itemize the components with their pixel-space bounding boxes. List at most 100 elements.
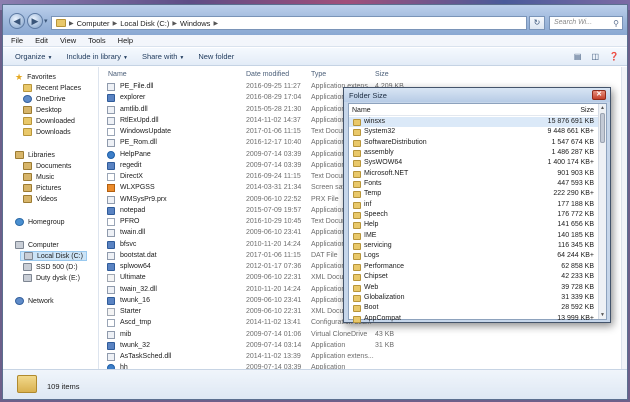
column-header-size[interactable]: Size [375,71,389,78]
breadcrumb-windows[interactable]: Windows [180,19,210,28]
folder-size-title-bar[interactable]: Folder Size ✕ [344,88,610,102]
file-type: Application [311,161,346,169]
folder-size-row[interactable]: servicing 116 345 KB [349,241,600,251]
breadcrumb-local-disk[interactable]: Local Disk (C:) [120,19,169,28]
nav-music[interactable]: Music [23,173,54,181]
folder-name: Performance [364,262,405,270]
chevron-right-icon[interactable]: ▶ [172,20,177,27]
nav-onedrive[interactable]: OneDrive [23,95,66,103]
column-header-type[interactable]: Type [311,71,326,78]
nav-downloaded[interactable]: Downloaded [23,117,75,125]
folder-size-row[interactable]: Web 39 728 KB [349,283,600,293]
nav-homegroup[interactable]: Homegroup [15,218,65,226]
folder-size-row[interactable]: Speech 176 772 KB [349,210,600,220]
folder-size-value: 15 876 691 KB [547,118,594,125]
folder-size-row[interactable]: Temp 222 290 KB+ [349,189,600,199]
folder-size-value: 13 999 KB+ [557,314,594,322]
menu-edit[interactable]: Edit [35,36,48,45]
menu-view[interactable]: View [60,36,76,45]
scroll-down-icon[interactable]: ▼ [600,312,605,318]
folder-size-value: 42 233 KB [561,273,594,281]
share-with-button[interactable]: Share with ▼ [142,52,184,61]
nav-downloads[interactable]: Downloads [23,128,71,136]
refresh-button[interactable]: ↻ [529,16,545,30]
column-header-name[interactable]: Name [108,71,127,78]
folder-size-row[interactable]: Boot 28 592 KB [349,303,600,313]
nav-computer[interactable]: Computer [15,241,59,249]
nav-favorites[interactable]: ★ Favorites [15,73,56,82]
folder-size-value: 176 772 KB [557,211,594,219]
folder-size-row[interactable]: Help 141 656 KB [349,220,600,230]
recent-pages-chevron-icon[interactable]: ▾ [44,17,48,25]
folder-size-scrollbar[interactable]: ▲ ▼ [598,104,606,319]
file-date: 2014-11-02 13:41 [246,319,301,327]
scroll-up-icon[interactable]: ▲ [600,105,605,111]
include-in-library-button[interactable]: Include in library ▼ [66,52,128,61]
nav-desktop[interactable]: Desktop [23,106,62,114]
menu-file[interactable]: File [11,36,23,45]
change-view-icon[interactable]: ▤ [574,52,582,61]
folder-size-row[interactable]: inf 177 188 KB [349,200,600,210]
folder-size-row[interactable]: Logs 64 244 KB+ [349,251,600,261]
close-button[interactable]: ✕ [592,90,606,100]
folder-size-row[interactable]: AppCompat 13 999 KB+ [349,314,600,324]
chevron-right-icon[interactable]: ▶ [213,20,218,27]
scrollbar[interactable] [621,67,627,369]
address-bar[interactable]: ▶ Computer ▶ Local Disk (C:) ▶ Windows ▶ [51,16,527,30]
folder-size-row[interactable]: SoftwareDistribution 1 547 674 KB [349,138,600,148]
back-button[interactable]: ◀ [9,13,25,29]
search-input[interactable]: Search Wi... ⚲ [549,16,623,30]
column-header-date[interactable]: Date modified [246,71,289,78]
file-row[interactable]: AsTaskSched.dll 2014-11-02 13:39 Applicati… [100,352,620,363]
include-label: Include in library [66,52,121,61]
nav-network[interactable]: Network [15,297,54,305]
folder-size-row[interactable]: winsxs 15 876 691 KB [349,117,600,128]
folder-name: Fonts [364,180,382,188]
menu-tools[interactable]: Tools [88,36,106,45]
nav-ssd[interactable]: SSD 500 (D:) [23,263,78,271]
folder-size-row[interactable]: Fonts 447 593 KB [349,179,600,189]
folder-icon [23,117,32,125]
nav-libraries[interactable]: Libraries [15,151,55,159]
folder-size-row[interactable]: Microsoft.NET 901 903 KB [349,169,600,179]
xml-file-icon [107,308,115,316]
nav-local-disk[interactable]: Local Disk (C:) [20,251,87,261]
folder-size-row[interactable]: Chipset 42 233 KB [349,272,600,282]
folder-icon [353,232,361,240]
nav-documents[interactable]: Documents [23,162,71,170]
folder-size-column-size[interactable]: Size [580,107,594,114]
folder-size-value: 140 185 KB [557,231,594,239]
folder-name: inf [364,200,372,208]
file-row[interactable]: twunk_32 2009-07-14 03:14 Application 31 KB [100,341,620,352]
scroll-thumb[interactable] [600,113,605,143]
new-folder-button[interactable]: New folder [198,52,234,61]
folder-size-row[interactable]: IME 140 185 KB [349,231,600,241]
nav-videos[interactable]: Videos [23,195,57,203]
folder-size-value: 901 903 KB [557,169,594,177]
folder-name: assembly [364,149,394,157]
folder-size-row[interactable]: System32 9 448 661 KB+ [349,127,600,137]
nav-recent-places[interactable]: Recent Places [23,84,81,92]
file-row[interactable]: mib 2009-07-14 01:06 Virtual CloneDrive 43 … [100,330,620,341]
help-file-icon [107,150,115,159]
chevron-right-icon[interactable]: ▶ [69,20,74,27]
folder-size-row[interactable]: SysWOW64 1 400 174 KB+ [349,158,600,168]
folder-size-row[interactable]: assembly 1 486 287 KB [349,148,600,158]
preview-pane-icon[interactable]: ◫ [591,52,599,61]
folder-size-column-name[interactable]: Name [352,107,371,114]
menu-help[interactable]: Help [118,36,133,45]
nav-duty-disk[interactable]: Duty dysk (E:) [23,274,80,282]
nav-pictures[interactable]: Pictures [23,184,61,192]
folder-size-title: Folder Size [349,91,387,100]
folder-size-row[interactable]: Globalization 31 339 KB [349,293,600,303]
organize-button[interactable]: Organize ▼ [15,52,52,61]
folder-icon [353,201,361,209]
help-icon[interactable]: ❓ [609,52,619,61]
file-name: mib [120,330,132,338]
folder-size-row[interactable]: Performance 62 858 KB [349,262,600,272]
forward-button[interactable]: ▶ [27,13,43,29]
breadcrumb-computer[interactable]: Computer [77,19,110,28]
chevron-right-icon[interactable]: ▶ [113,20,118,27]
search-icon[interactable]: ⚲ [613,18,619,30]
file-name: twain_32.dll [120,285,157,293]
